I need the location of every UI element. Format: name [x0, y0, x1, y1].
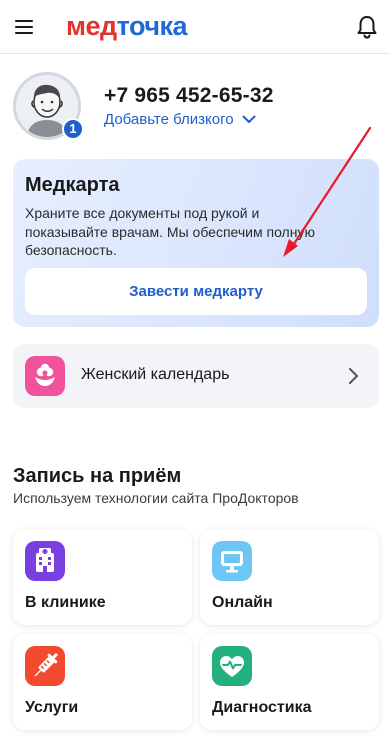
tile-online-label: Онлайн: [212, 594, 273, 611]
tile-diagnostics-label: Диагностика: [212, 699, 312, 716]
app-header: медточка: [0, 0, 390, 54]
tile-in-clinic-label: В клинике: [25, 594, 106, 611]
women-calendar-item[interactable]: Женский календарь: [13, 344, 379, 408]
medtochka-logo[interactable]: медточка: [66, 11, 188, 42]
hamburger-menu-icon[interactable]: [13, 15, 37, 39]
tile-in-clinic[interactable]: В клинике: [13, 529, 192, 625]
add-relative-label: Добавьте близкого: [104, 111, 234, 128]
medcard-description: Храните все документы под рукой и показы…: [25, 205, 315, 258]
flower-hand-icon: [25, 356, 65, 396]
relatives-count-badge: 1: [62, 118, 84, 140]
chevron-down-icon: [242, 115, 256, 123]
tile-services-label: Услуги: [25, 699, 79, 716]
appointment-section-subtitle: Используем технологии сайта ПроДокторов: [13, 490, 299, 506]
appointment-section-title: Запись на приём: [13, 465, 182, 487]
tile-services[interactable]: Услуги: [13, 634, 192, 730]
syringe-icon: [25, 646, 65, 686]
heart-pulse-icon: [212, 646, 252, 686]
monitor-icon: [212, 541, 252, 581]
women-calendar-label: Женский календарь: [81, 366, 230, 383]
bell-icon[interactable]: [355, 14, 379, 40]
phone-number: +7 965 452-65-32: [104, 84, 274, 107]
create-medcard-button[interactable]: Завести медкарту: [25, 268, 367, 315]
tile-online[interactable]: Онлайн: [200, 529, 379, 625]
chevron-right-icon: [349, 368, 358, 384]
medcard-card: Медкарта Храните все документы под рукой…: [13, 159, 379, 327]
logo-part-med: мед: [66, 11, 117, 41]
add-relative-link[interactable]: Добавьте близкого: [104, 111, 256, 128]
medcard-title: Медкарта: [25, 174, 120, 196]
clinic-building-icon: [25, 541, 65, 581]
logo-part-tochka: точка: [116, 11, 188, 41]
tile-diagnostics[interactable]: Диагностика: [200, 634, 379, 730]
profile-block: 1 +7 965 452-65-32 Добавьте близкого: [13, 72, 378, 144]
